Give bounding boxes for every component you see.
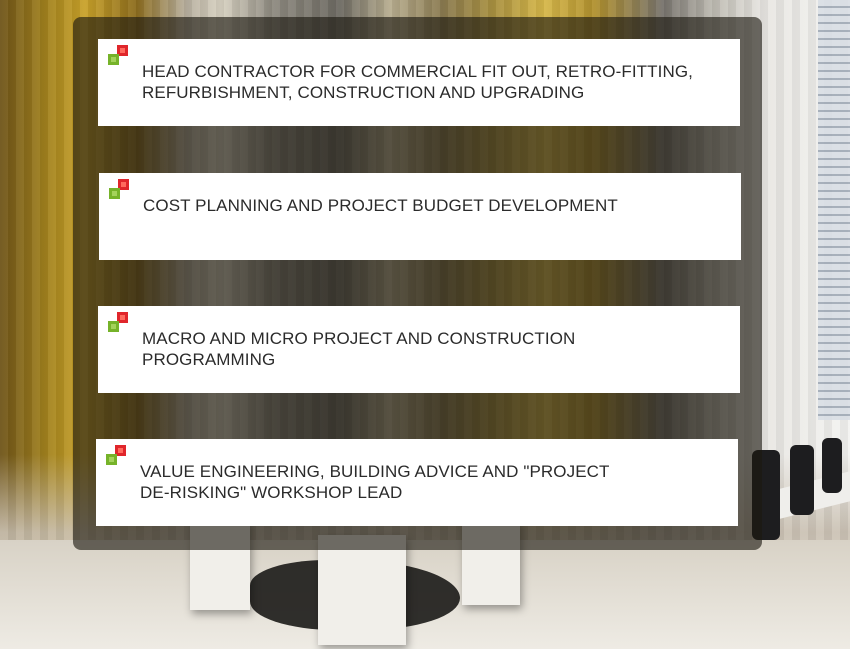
service-card: COST PLANNING AND PROJECT BUDGET DEVELOP…: [99, 173, 741, 260]
red-green-squares-icon: [106, 445, 128, 467]
service-text: COST PLANNING AND PROJECT BUDGET DEVELOP…: [143, 196, 618, 215]
red-green-squares-icon: [108, 312, 130, 334]
service-card: HEAD CONTRACTOR FOR COMMERCIAL FIT OUT, …: [98, 39, 740, 126]
service-card: VALUE ENGINEERING, BUILDING ADVICE AND "…: [96, 439, 738, 526]
service-text: MACRO AND MICRO PROJECT AND CONSTRUCTION…: [142, 329, 576, 369]
red-green-squares-icon: [108, 45, 130, 67]
service-text: HEAD CONTRACTOR FOR COMMERCIAL FIT OUT, …: [142, 62, 693, 102]
background-chair: [790, 445, 814, 515]
service-text: VALUE ENGINEERING, BUILDING ADVICE AND "…: [140, 462, 610, 502]
background-stool: [318, 535, 406, 645]
service-card: MACRO AND MICRO PROJECT AND CONSTRUCTION…: [98, 306, 740, 393]
background-chair: [822, 438, 842, 493]
background-window: [818, 0, 850, 420]
red-green-squares-icon: [109, 179, 131, 201]
